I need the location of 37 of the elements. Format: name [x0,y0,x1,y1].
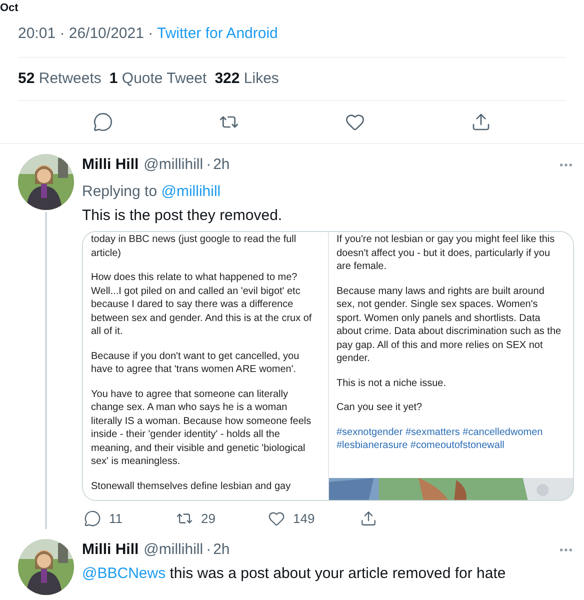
action-count: 29 [201,510,216,528]
action-count: 149 [293,510,315,528]
user-name[interactable]: Milli Hill [82,538,139,561]
action-count: 11 [109,510,122,528]
heart-icon[interactable] [345,112,365,132]
post-paragraph: How does this relate to what happened to me? Well...I got piled on and called an 'evil bigot' etc because I dared to say there was a difference between sex and gender. And this is at the crux of all of it. [91,271,313,338]
post-paragraph: If you're not lesbian or gay you might feel like this doesn't affect you - but it does, particularly if you are female. [336,233,556,274]
post-paragraph: Because if you don't want to get cancelled, you have to agree that 'trans women ARE women'. [91,350,300,376]
stat-link[interactable]: 322 Likes [214,68,279,90]
reply-icon[interactable] [84,510,101,528]
tweet-text: @BBCNews this was a post about your article removed for hate [82,564,507,583]
post-screenshot[interactable] [83,232,328,500]
post-paragraph: Can you see it yet? [336,401,424,414]
tweet-timestamp: 20:01 · 26/10/2021 · Twitter for Android [18,23,566,58]
separator-dot: · [206,540,212,560]
share-icon[interactable] [360,510,377,528]
replying-to: Replying to @millihill [82,182,222,202]
reply-icon[interactable] [93,112,113,132]
user-handle: @millihill [144,540,204,560]
separator-dot: · [206,155,212,175]
post-paragraph: today in BBC news (just google to read the full article) [91,233,298,260]
post-screenshot[interactable] [328,232,573,500]
tweet-text: This is the post they removed. [82,206,284,225]
stat-link[interactable]: 1 Quote Tweet [109,68,207,90]
user-handle: @millihill [144,155,204,175]
hashtags: #sexnotgender #sexmatters #cancelledwomen #lesbianerasure #comeoutofstonewall [336,426,544,452]
post-paragraph: You have to agree that someone can literally change sex. A man who says he is a woman literally IS a woman. Because how someone feels inside - their 'gender identity' - holds all the meaning, and their visible and genetic 'biological sex' is meaningless. [91,388,312,468]
post-time: 2h [213,155,230,175]
share-icon[interactable] [471,112,491,132]
heart-icon[interactable] [268,510,285,528]
post-paragraph: Because many laws and rights are built around sex, not gender. Single sex spaces. Women's sport. Women only panels and shortlists. Data about crime. Data about discrimination such as the pay gap. All of this and more relies on SEX not gender. [336,284,562,366]
post-paragraph: Stonewall themselves define lesbian and gay [91,480,292,493]
cut-date: Oct [0,1,18,15]
post-time: 2h [213,540,230,560]
post-paragraph: This is not a niche issue. [336,376,447,390]
stat-link[interactable]: 52 Retweets [18,68,102,90]
user-name[interactable]: Milli Hill [82,154,139,176]
